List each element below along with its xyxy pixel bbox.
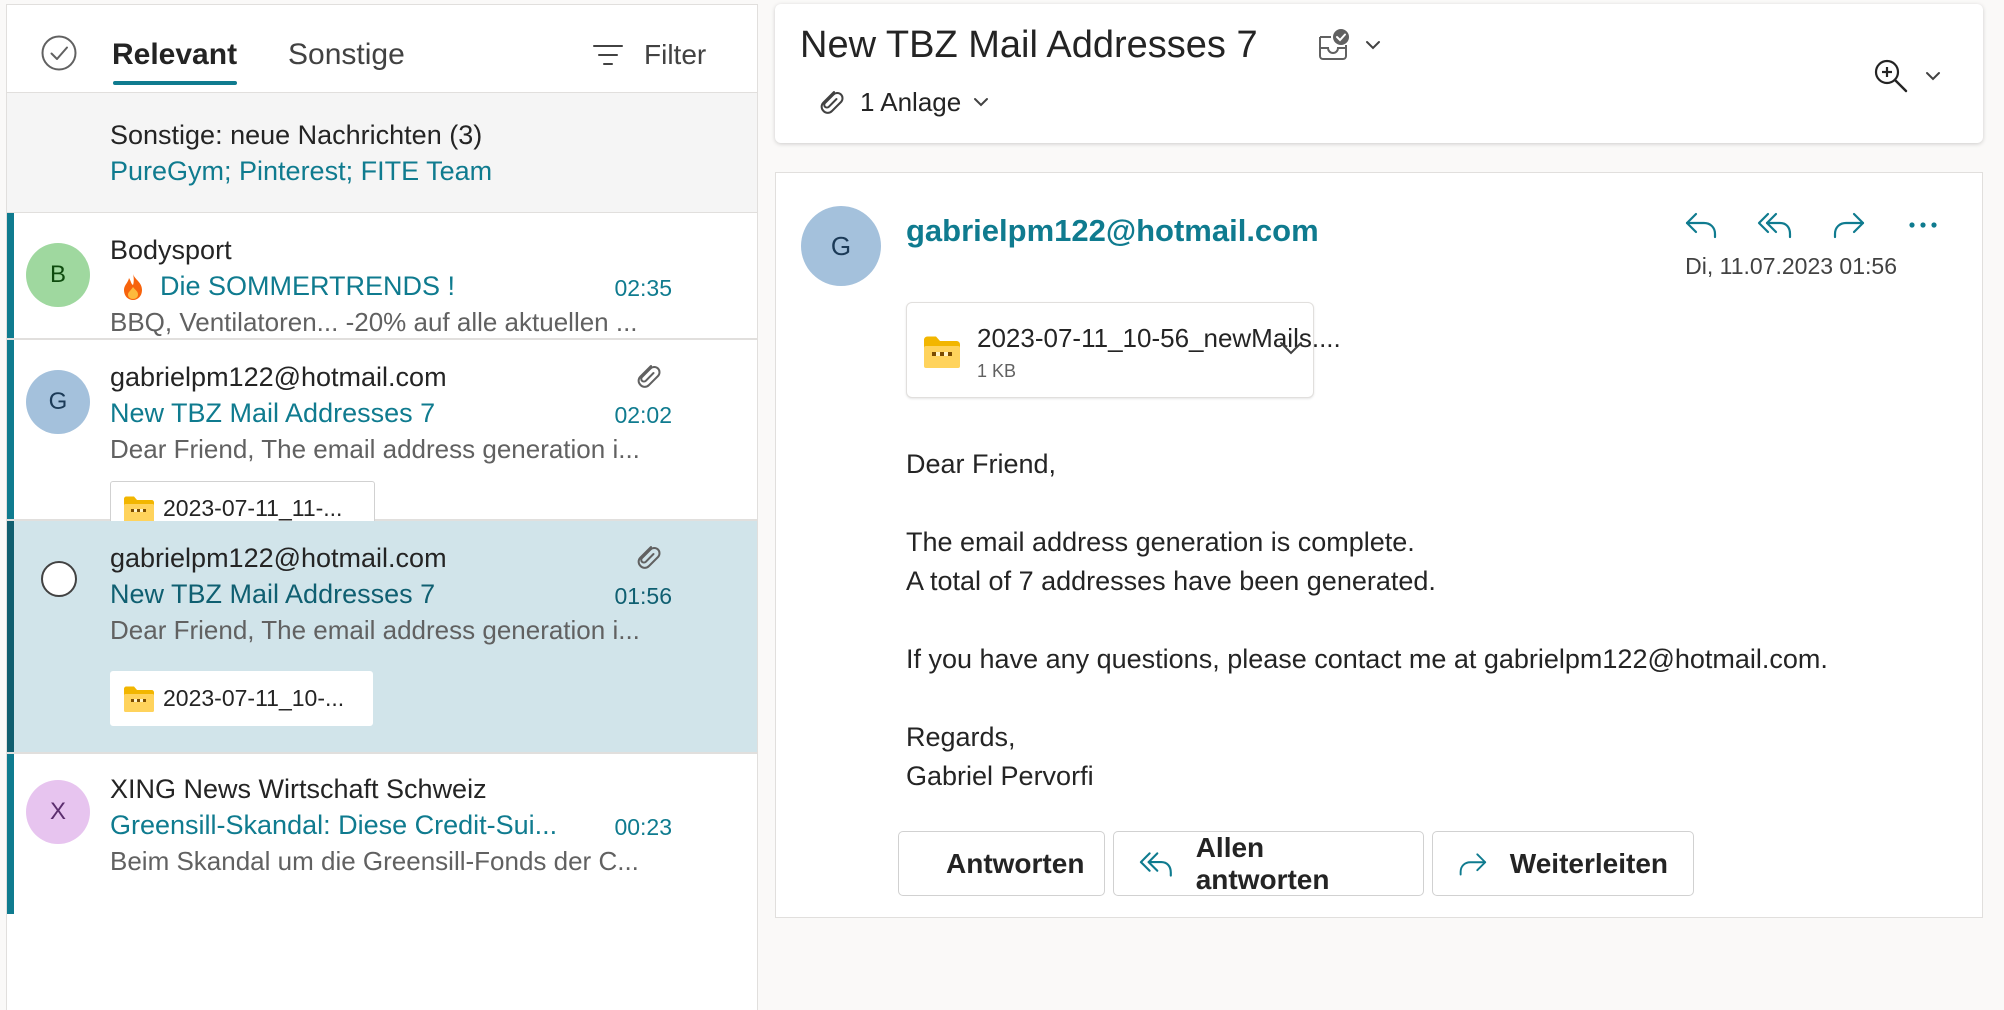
reply-all-button[interactable]: Allen antworten bbox=[1113, 831, 1424, 896]
attachment-name: 2023-07-11_11-... bbox=[163, 495, 343, 521]
forward-button[interactable]: Weiterleiten bbox=[1432, 831, 1694, 896]
attachment-icon bbox=[632, 360, 662, 392]
zip-folder-icon bbox=[924, 336, 960, 368]
inbox-check-icon bbox=[1319, 29, 1349, 60]
sender-address[interactable]: gabrielpm122@hotmail.com bbox=[906, 213, 1319, 249]
more-actions-button[interactable] bbox=[1905, 207, 1941, 243]
avatar: X bbox=[26, 780, 90, 844]
conversation-actions[interactable] bbox=[1317, 28, 1381, 62]
sender-avatar: G bbox=[801, 206, 881, 286]
zoom-button[interactable] bbox=[1873, 58, 1941, 94]
checkmark-circle-icon bbox=[41, 35, 77, 71]
list-header: Relevant Sonstige Filter bbox=[7, 5, 757, 93]
message-preview: Dear Friend, The email address generatio… bbox=[110, 434, 640, 464]
body-line bbox=[906, 601, 1828, 640]
selected-indicator bbox=[7, 521, 14, 752]
zip-folder-icon bbox=[124, 686, 154, 712]
chevron-down-icon bbox=[974, 98, 989, 107]
conversation-header: New TBZ Mail Addresses 7 1 Anlage bbox=[775, 4, 1983, 143]
message-subject: New TBZ Mail Addresses 7 bbox=[110, 398, 436, 428]
reply-all-icon bbox=[1757, 212, 1792, 239]
message-time: 02:02 bbox=[614, 402, 672, 428]
message-view: G gabrielpm122@hotmail.com Di, 11.07.202… bbox=[775, 172, 1983, 918]
reply-button-row: Antworten Allen antworten Weiterleiten bbox=[898, 831, 1694, 896]
message-date: Di, 11.07.2023 01:56 bbox=[1685, 253, 1897, 279]
message-sender: Bodysport bbox=[110, 235, 232, 265]
filter-icon bbox=[593, 45, 623, 65]
message-item[interactable]: B Bodysport Die SOMMERTRENDS ! 02:35 BBQ… bbox=[7, 213, 757, 340]
unread-indicator bbox=[7, 213, 14, 338]
message-actions bbox=[1683, 207, 1941, 243]
tab-sonstige[interactable]: Sonstige bbox=[288, 35, 405, 75]
message-item[interactable]: X XING News Wirtschaft Schweiz Greensill… bbox=[7, 754, 757, 914]
zoom-in-icon bbox=[1874, 59, 1908, 93]
chevron-down-icon bbox=[1366, 41, 1380, 50]
message-time: 02:35 bbox=[614, 275, 672, 301]
filter-label: Filter bbox=[644, 39, 707, 70]
reply-all-button-label: Allen antworten bbox=[1195, 831, 1330, 895]
attachment-name: 2023-07-11_10-... bbox=[163, 685, 345, 711]
chevron-down-icon bbox=[1280, 342, 1302, 355]
select-all-checkbox[interactable] bbox=[40, 34, 78, 72]
conversation-title: New TBZ Mail Addresses 7 bbox=[800, 24, 1258, 66]
forward-action[interactable] bbox=[1831, 207, 1867, 243]
message-subject: Die SOMMERTRENDS ! bbox=[160, 271, 456, 301]
unread-indicator bbox=[7, 340, 14, 519]
attachment-card[interactable]: 2023-07-11_10-56_newMails.... 1 KB bbox=[906, 302, 1341, 398]
chevron-down-icon bbox=[1926, 72, 1940, 81]
unread-indicator bbox=[7, 754, 14, 914]
other-banner-title: Sonstige: neue Nachrichten (3) bbox=[110, 120, 483, 150]
message-list-pane: Relevant Sonstige Filter Sonstige: neue … bbox=[6, 4, 758, 1010]
message-time: 00:23 bbox=[614, 814, 672, 840]
message-time: 01:56 bbox=[614, 583, 672, 609]
reply-action[interactable] bbox=[1683, 207, 1719, 243]
reply-all-icon bbox=[1139, 851, 1172, 877]
attachment-size: 1 KB bbox=[977, 361, 1017, 381]
body-line: The email address generation is complete… bbox=[906, 527, 1415, 557]
reply-all-action[interactable] bbox=[1757, 207, 1793, 243]
attachment-chip[interactable]: 2023-07-11_10-... bbox=[110, 671, 373, 726]
tab-relevant[interactable]: Relevant bbox=[112, 35, 238, 85]
reply-button-label: Antworten bbox=[946, 847, 1085, 879]
message-sender: XING News Wirtschaft Schweiz bbox=[110, 774, 487, 804]
forward-icon bbox=[1833, 212, 1865, 239]
paperclip-icon bbox=[820, 91, 844, 114]
forward-icon bbox=[1459, 852, 1487, 875]
body-line: If you have any questions, please contac… bbox=[906, 644, 1828, 674]
message-subject: New TBZ Mail Addresses 7 bbox=[110, 579, 436, 609]
attachments-label: 1 Anlage bbox=[860, 86, 962, 117]
avatar: G bbox=[26, 370, 90, 434]
zip-folder-icon bbox=[124, 496, 154, 522]
other-messages-banner[interactable]: Sonstige: neue Nachrichten (3) PureGym; … bbox=[7, 93, 757, 213]
fire-icon bbox=[124, 273, 142, 300]
message-preview: Beim Skandal um die Greensill-Fonds der … bbox=[110, 846, 639, 876]
message-preview: BBQ, Ventilatoren... -20% auf alle aktue… bbox=[110, 307, 638, 337]
attachment-menu-button[interactable] bbox=[1279, 341, 1303, 355]
body-line: Dear Friend, bbox=[906, 449, 1057, 479]
body-line: A total of 7 addresses have been generat… bbox=[906, 566, 1436, 596]
message-subject: Greensill-Skandal: Diese Credit-Sui... bbox=[110, 810, 558, 840]
message-subject-row: Die SOMMERTRENDS ! bbox=[120, 271, 455, 302]
more-icon bbox=[1909, 222, 1937, 228]
select-checkbox[interactable] bbox=[41, 561, 77, 597]
message-item[interactable]: G gabrielpm122@hotmail.com New TBZ Mail … bbox=[7, 340, 757, 536]
forward-button-label: Weiterleiten bbox=[1509, 847, 1668, 879]
other-banner-senders: PureGym; Pinterest; FITE Team bbox=[110, 156, 493, 186]
message-sender: gabrielpm122@hotmail.com bbox=[110, 362, 447, 392]
avatar: B bbox=[26, 243, 90, 307]
message-item-selected[interactable]: gabrielpm122@hotmail.com New TBZ Mail Ad… bbox=[7, 521, 757, 754]
body-line bbox=[906, 679, 1828, 718]
message-body: Dear Friend, The email address generatio… bbox=[906, 445, 1828, 796]
attachments-toggle[interactable]: 1 Anlage bbox=[815, 86, 989, 118]
body-line bbox=[906, 484, 1828, 523]
body-line: Gabriel Pervorfi bbox=[906, 761, 1094, 791]
message-preview: Dear Friend, The email address generatio… bbox=[110, 615, 640, 645]
reply-icon bbox=[1685, 212, 1717, 239]
body-line: Regards, bbox=[906, 722, 1016, 752]
message-sender: gabrielpm122@hotmail.com bbox=[110, 543, 447, 573]
attachment-icon bbox=[632, 541, 662, 573]
reply-button[interactable]: Antworten bbox=[898, 831, 1105, 896]
filter-button[interactable]: Filter bbox=[592, 35, 706, 75]
